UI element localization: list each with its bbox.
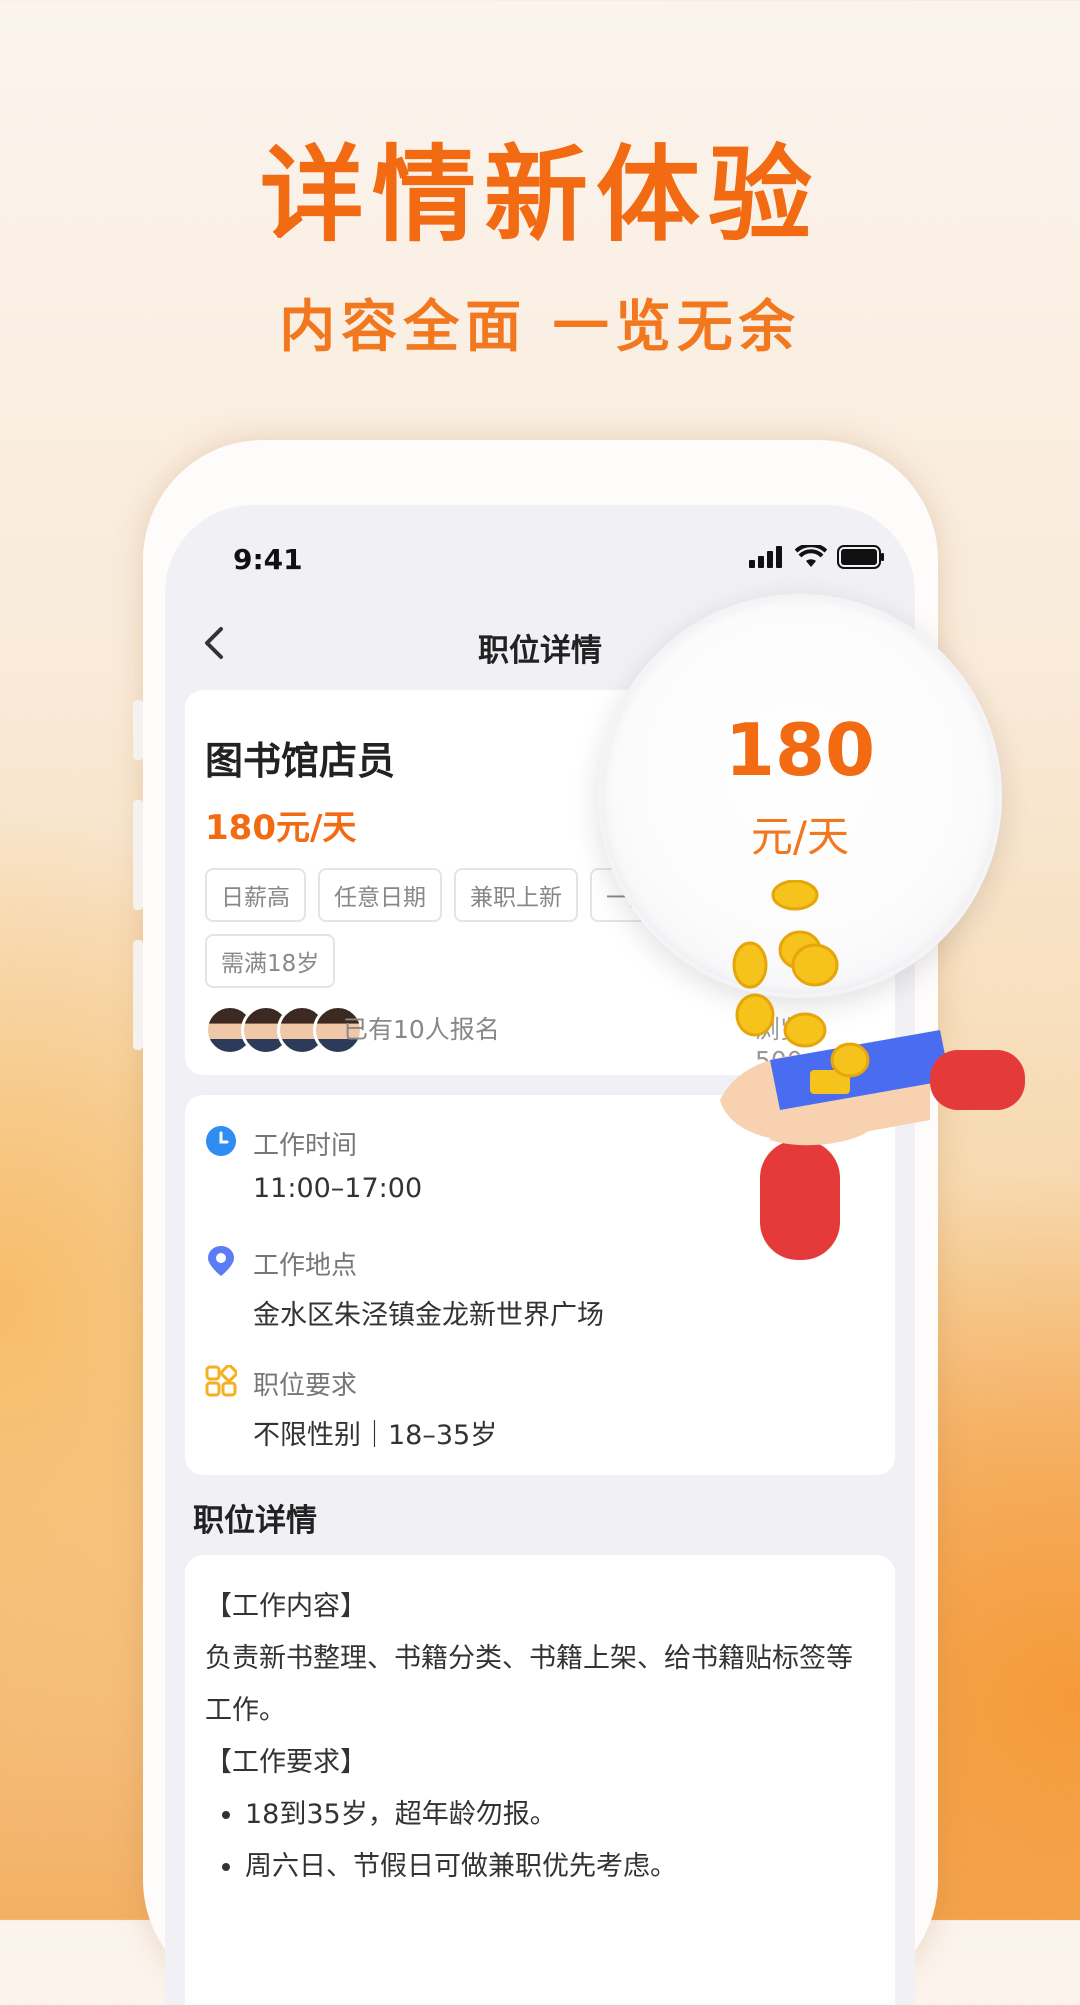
requirements-heading: 【工作要求】 [205,1747,367,1778]
promo-subline: 内容全面 一览无余 [279,295,801,360]
wifi-icon [795,545,827,567]
content-heading: 【工作内容】 [205,1591,367,1622]
requirements-value: 不限性别｜18–35岁 [253,1420,498,1451]
job-tag: 任意日期 [318,868,442,922]
coins-hand-illustration [720,880,1025,1260]
magnified-pay-unit: 元/天 [750,812,850,861]
signup-count: 已有10人报名 [343,1015,500,1044]
magnified-pay-amount: 180 [724,708,876,792]
list-item: 18到35岁，超年龄勿报。 [245,1789,875,1841]
content-text: 负责新书整理、书籍分类、书籍上架、给书籍贴标签等工作。 [205,1643,853,1726]
status-icons [749,545,885,569]
status-time: 9:41 [233,543,303,576]
job-tag: 需满18岁 [205,934,336,988]
work-place-label: 工作地点 [253,1251,358,1281]
grid-icon [205,1365,237,1397]
job-pay: 180元/天 [205,808,357,848]
battery-icon [837,545,884,569]
signal-icon [749,546,782,568]
phone-side-button [133,700,143,760]
work-place-value: 金水区朱泾镇金龙新世界广场 [253,1300,604,1331]
phone-side-button [133,800,143,910]
applicant-avatars [205,1005,363,1055]
job-title: 图书馆店员 [205,739,396,783]
clock-icon [206,1126,236,1156]
location-pin-icon [208,1246,234,1276]
promo-headline: 详情新体验 [259,134,820,256]
list-item: 周六日、节假日可做兼职优先考虑。 [245,1841,875,1893]
work-time-label: 工作时间 [253,1131,358,1161]
requirements-list: 18到35岁，超年龄勿报。 周六日、节假日可做兼职优先考虑。 [205,1789,875,1893]
requirements-label: 职位要求 [253,1371,358,1401]
details-section-title: 职位详情 [193,1503,317,1539]
job-tag: 日薪高 [205,868,306,922]
work-time-value: 11:00–17:00 [253,1173,423,1204]
job-tag: 兼职上新 [454,868,578,922]
job-description: 【工作内容】 负责新书整理、书籍分类、书籍上架、给书籍贴标签等工作。 【工作要求… [205,1581,875,1893]
job-details-card: 【工作内容】 负责新书整理、书籍分类、书籍上架、给书籍贴标签等工作。 【工作要求… [185,1555,895,2005]
phone-side-button [133,940,143,1050]
